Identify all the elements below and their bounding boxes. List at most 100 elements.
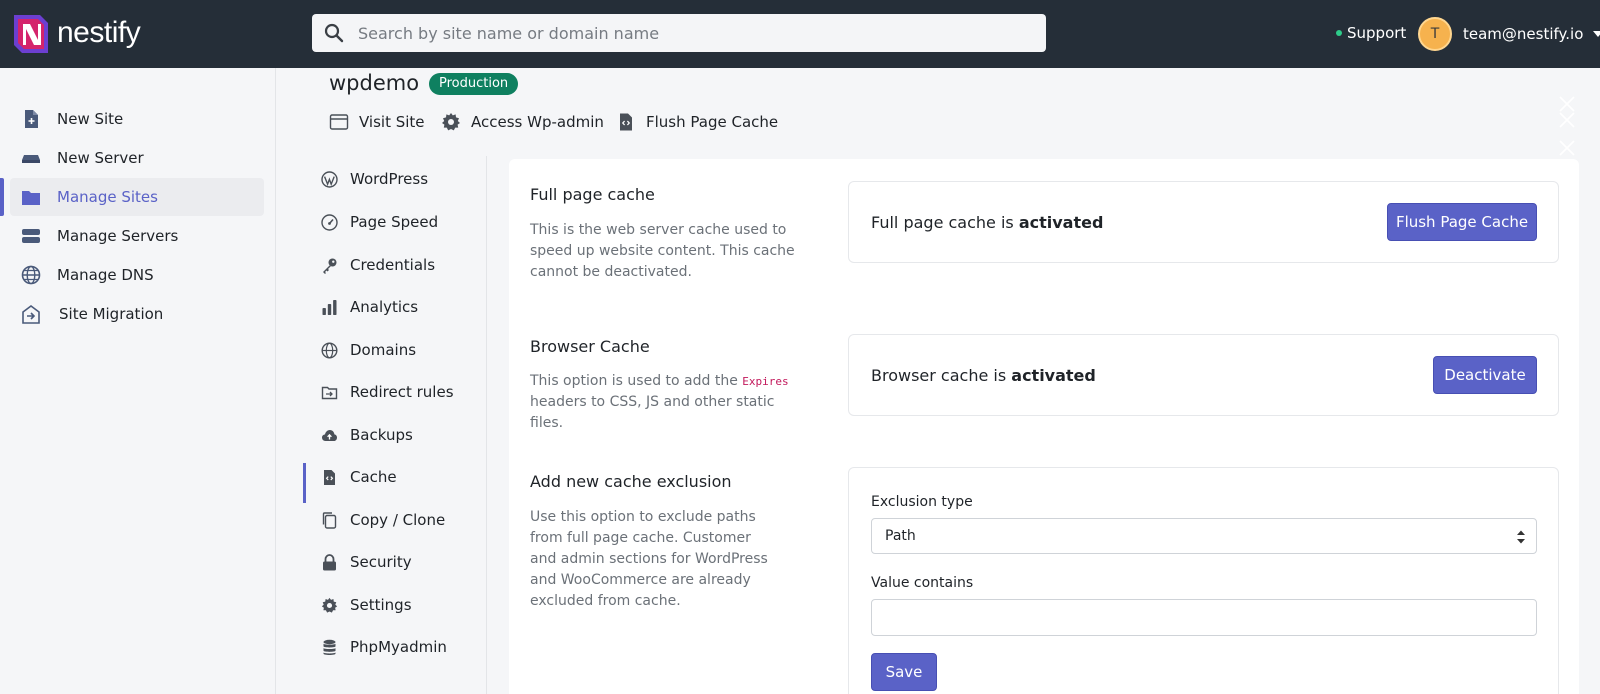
submenu-item-backups[interactable]: Backups xyxy=(321,423,413,447)
description-text: This option is used to add the xyxy=(530,373,743,389)
section-description-browser-cache: This option is used to add the Expires h… xyxy=(530,371,800,434)
submenu-item-phpmyadmin[interactable]: PhpMyadmin xyxy=(321,635,447,659)
access-wp-admin-link[interactable]: Access Wp-admin xyxy=(441,110,604,134)
support-link[interactable]: Support xyxy=(1336,24,1406,42)
exclusion-type-value: Path xyxy=(885,528,916,544)
section-description-cache-exclusion: Use this option to exclude paths from fu… xyxy=(530,509,768,609)
submenu-active-indicator xyxy=(303,463,306,503)
section-description-full-page-cache: This is the web server cache used to spe… xyxy=(530,222,795,280)
submenu-item-page-speed[interactable]: Page Speed xyxy=(321,210,438,234)
submenu-item-label: Credentials xyxy=(350,256,436,274)
submenu-item-security[interactable]: Security xyxy=(321,550,412,574)
submenu-item-domains[interactable]: Domains xyxy=(321,338,416,362)
key-icon xyxy=(323,258,337,274)
status-text: Full page cache is xyxy=(871,213,1019,232)
server-icon xyxy=(22,155,40,163)
chevron-down-icon xyxy=(1593,31,1600,37)
submenu-item-label: Copy / Clone xyxy=(350,511,446,529)
exclusion-type-select[interactable]: Path xyxy=(871,518,1537,554)
submenu-item-redirect-rules[interactable]: Redirect rules xyxy=(321,380,454,404)
servers-icon xyxy=(22,229,40,243)
submenu-item-label: WordPress xyxy=(350,170,429,188)
gear-icon xyxy=(321,597,338,613)
select-arrows-icon xyxy=(1517,530,1525,544)
status-value: activated xyxy=(1011,366,1096,385)
submenu-item-label: Cache xyxy=(350,468,397,486)
browser-cache-card: Browser cache is activated Deactivate xyxy=(848,334,1559,416)
value-contains-input[interactable] xyxy=(871,599,1537,636)
cache-settings-panel: Full page cache This is the web server c… xyxy=(509,159,1579,694)
search-icon xyxy=(324,23,344,43)
page-title: wpdemo xyxy=(329,71,420,95)
sidebar-item-label: Site Migration xyxy=(59,305,164,323)
close-icon[interactable] xyxy=(1558,111,1576,129)
flush-page-cache-label: Flush Page Cache xyxy=(646,113,779,131)
sidebar-item-label: Manage Sites xyxy=(57,188,158,206)
sidebar-item-site-migration[interactable]: Site Migration xyxy=(10,295,264,333)
copy-icon xyxy=(322,511,337,529)
submenu-item-analytics[interactable]: Analytics xyxy=(321,295,418,319)
submenu-item-label: Backups xyxy=(350,426,413,444)
submenu-item-label: PhpMyadmin xyxy=(350,638,447,656)
sidebar-item-label: New Server xyxy=(57,149,144,167)
logo[interactable]: nestify xyxy=(12,11,141,55)
sidebar-item-label: New Site xyxy=(57,110,124,128)
submenu-item-wordpress[interactable]: WordPress xyxy=(321,167,428,191)
submenu-item-label: Security xyxy=(350,553,412,571)
submenu-item-copy-clone[interactable]: Copy / Clone xyxy=(321,508,445,532)
top-bar: nestify Support T team@nestify.io xyxy=(0,0,1600,68)
flush-page-cache-button[interactable]: Flush Page Cache xyxy=(1387,203,1537,241)
save-button[interactable]: Save xyxy=(871,653,937,691)
account-menu[interactable]: T team@nestify.io xyxy=(1418,17,1600,51)
sidebar-item-new-site[interactable]: New Site xyxy=(10,100,264,138)
wordpress-icon xyxy=(321,170,338,188)
browser-window-icon xyxy=(329,114,349,130)
flush-page-cache-link[interactable]: Flush Page Cache xyxy=(616,110,778,134)
new-site-icon xyxy=(25,110,38,128)
sidebar-item-manage-sites[interactable]: Manage Sites xyxy=(10,178,264,216)
sidebar-item-label: Manage Servers xyxy=(57,227,179,245)
database-icon xyxy=(323,639,336,655)
sidebar-item-manage-servers[interactable]: Manage Servers xyxy=(10,217,264,255)
file-code-icon xyxy=(324,469,335,485)
submenu-item-label: Page Speed xyxy=(350,213,439,231)
submenu-item-label: Settings xyxy=(350,596,412,614)
section-title-full-page-cache: Full page cache xyxy=(530,185,655,204)
search-bar[interactable] xyxy=(312,14,1046,52)
file-code-icon xyxy=(620,113,632,131)
site-settings-menu: WordPress Page Speed Credentials Analyti… xyxy=(303,156,487,694)
browser-cache-status: Browser cache is activated xyxy=(871,366,1096,385)
logo-text: nestify xyxy=(57,16,141,49)
submenu-item-cache[interactable]: Cache xyxy=(321,465,397,489)
deactivate-browser-cache-button[interactable]: Deactivate xyxy=(1433,356,1537,394)
full-page-cache-card: Full page cache is activated Flush Page … xyxy=(848,181,1559,263)
folder-icon xyxy=(22,191,40,205)
support-label: Support xyxy=(1347,24,1407,42)
account-email: team@nestify.io xyxy=(1463,25,1584,43)
lock-icon xyxy=(323,553,336,570)
status-badge: Production xyxy=(429,73,519,95)
sidebar-item-label: Manage DNS xyxy=(57,266,154,284)
globe-icon xyxy=(21,265,41,285)
description-text: headers to CSS, JS and other static file… xyxy=(530,394,775,431)
search-input[interactable] xyxy=(358,23,1018,43)
sidebar-item-manage-dns[interactable]: Manage DNS xyxy=(10,256,264,294)
migration-icon xyxy=(22,305,40,324)
submenu-item-settings[interactable]: Settings xyxy=(321,593,412,617)
full-page-cache-status: Full page cache is activated xyxy=(871,213,1103,232)
code-snippet: Expires xyxy=(742,375,789,388)
value-contains-label: Value contains xyxy=(871,575,974,591)
visit-site-link[interactable]: Visit Site xyxy=(329,110,425,134)
submenu-item-credentials[interactable]: Credentials xyxy=(321,253,435,277)
bar-chart-icon xyxy=(322,299,337,315)
status-value: activated xyxy=(1018,213,1104,232)
nestify-logo-icon xyxy=(14,15,48,53)
avatar: T xyxy=(1418,17,1452,51)
sidebar-item-new-server[interactable]: New Server xyxy=(10,139,264,177)
submenu-item-label: Domains xyxy=(350,341,417,359)
gear-icon xyxy=(442,113,460,131)
submenu-item-label: Redirect rules xyxy=(350,383,454,401)
close-icon[interactable] xyxy=(1558,139,1576,157)
access-wp-admin-label: Access Wp-admin xyxy=(471,113,604,131)
cloud-upload-icon xyxy=(322,429,337,441)
